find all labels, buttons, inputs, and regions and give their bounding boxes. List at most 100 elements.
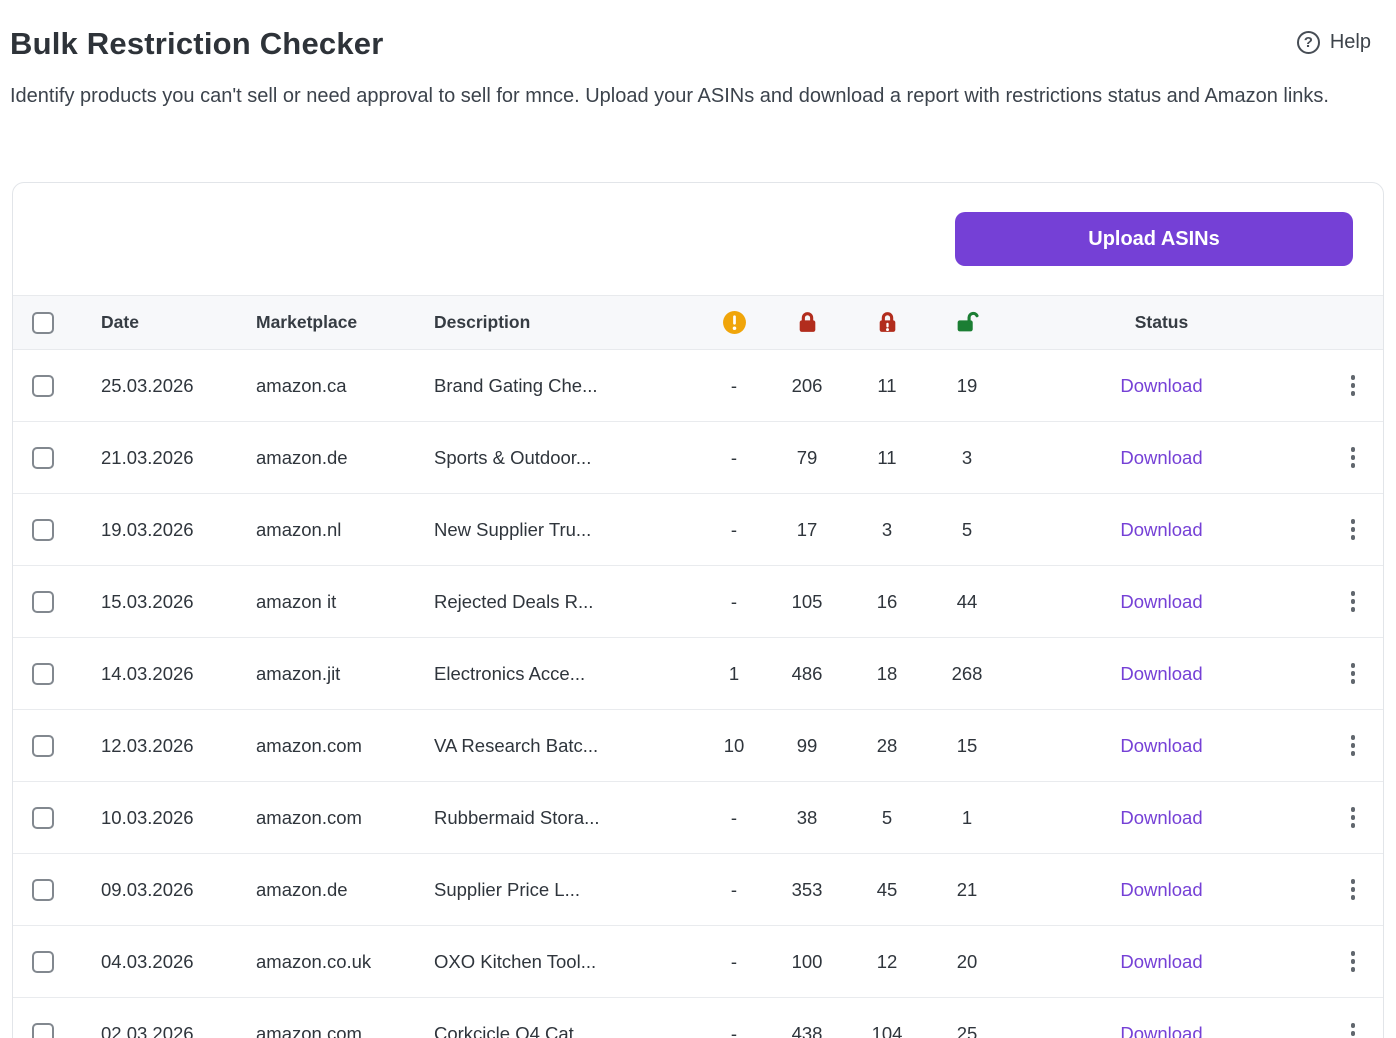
card-toolbar: Upload ASINs xyxy=(13,183,1383,295)
row-locked-count: 206 xyxy=(774,375,840,397)
table-body: 25.03.2026 amazon.ca Brand Gating Che...… xyxy=(13,350,1383,1038)
download-link[interactable]: Download xyxy=(1120,1023,1202,1038)
row-marketplace: amazon.de xyxy=(256,879,434,901)
page-title: Bulk Restriction Checker xyxy=(10,26,383,62)
kebab-menu-icon[interactable] xyxy=(1347,947,1360,976)
row-date: 10.03.2026 xyxy=(101,807,256,829)
row-unlocked-count: 268 xyxy=(934,663,1000,685)
column-header-marketplace: Marketplace xyxy=(256,312,434,333)
row-description: VA Research Batc... xyxy=(434,735,694,757)
download-link[interactable]: Download xyxy=(1120,807,1202,828)
upload-asins-button[interactable]: Upload ASINs xyxy=(955,212,1353,266)
row-checkbox[interactable] xyxy=(32,807,54,829)
row-date: 21.03.2026 xyxy=(101,447,256,469)
row-checkbox[interactable] xyxy=(32,1023,54,1038)
row-description: Supplier Price L... xyxy=(434,879,694,901)
row-marketplace: amazon it xyxy=(256,591,434,613)
warning-icon xyxy=(694,310,774,335)
row-description: Rejected Deals R... xyxy=(434,591,694,613)
kebab-menu-icon[interactable] xyxy=(1347,443,1360,472)
table-row: 02.03.2026 amazon.com Corkcicle Q4 Cat..… xyxy=(13,998,1383,1038)
kebab-menu-icon[interactable] xyxy=(1347,731,1360,760)
table-row: 10.03.2026 amazon.com Rubbermaid Stora..… xyxy=(13,782,1383,854)
row-checkbox[interactable] xyxy=(32,951,54,973)
download-link[interactable]: Download xyxy=(1120,951,1202,972)
row-warning-count: - xyxy=(694,879,774,901)
kebab-menu-icon[interactable] xyxy=(1347,803,1360,832)
row-unlocked-count: 20 xyxy=(934,951,1000,973)
row-unlocked-count: 25 xyxy=(934,1023,1000,1038)
table-row: 15.03.2026 amazon it Rejected Deals R...… xyxy=(13,566,1383,638)
row-locked-alert-count: 11 xyxy=(840,375,934,397)
row-date: 09.03.2026 xyxy=(101,879,256,901)
table-row: 25.03.2026 amazon.ca Brand Gating Che...… xyxy=(13,350,1383,422)
kebab-menu-icon[interactable] xyxy=(1347,371,1360,400)
row-date: 14.03.2026 xyxy=(101,663,256,685)
page-description: Identify products you can't sell or need… xyxy=(10,78,1358,114)
row-marketplace: amazon.com xyxy=(256,735,434,757)
row-warning-count: - xyxy=(694,1023,774,1038)
row-locked-alert-count: 16 xyxy=(840,591,934,613)
row-checkbox[interactable] xyxy=(32,735,54,757)
kebab-menu-icon[interactable] xyxy=(1347,875,1360,904)
row-warning-count: - xyxy=(694,591,774,613)
restriction-report-card: Upload ASINs Date Marketplace Descriptio… xyxy=(12,182,1384,1038)
table-row: 19.03.2026 amazon.nl New Supplier Tru...… xyxy=(13,494,1383,566)
kebab-menu-icon[interactable] xyxy=(1347,587,1360,616)
row-checkbox[interactable] xyxy=(32,519,54,541)
row-locked-alert-count: 5 xyxy=(840,807,934,829)
row-locked-count: 438 xyxy=(774,1023,840,1038)
download-link[interactable]: Download xyxy=(1120,663,1202,684)
download-link[interactable]: Download xyxy=(1120,447,1202,468)
table-row: 04.03.2026 amazon.co.uk OXO Kitchen Tool… xyxy=(13,926,1383,998)
download-link[interactable]: Download xyxy=(1120,735,1202,756)
row-date: 04.03.2026 xyxy=(101,951,256,973)
table-header-row: Date Marketplace Description xyxy=(13,295,1383,350)
row-checkbox[interactable] xyxy=(32,447,54,469)
download-link[interactable]: Download xyxy=(1120,591,1202,612)
row-marketplace: amazon.co.uk xyxy=(256,951,434,973)
row-locked-alert-count: 11 xyxy=(840,447,934,469)
row-warning-count: - xyxy=(694,375,774,397)
row-unlocked-count: 5 xyxy=(934,519,1000,541)
table-row: 21.03.2026 amazon.de Sports & Outdoor...… xyxy=(13,422,1383,494)
download-link[interactable]: Download xyxy=(1120,879,1202,900)
lock-open-icon xyxy=(934,310,1000,335)
kebab-menu-icon[interactable] xyxy=(1347,1019,1360,1038)
row-description: Electronics Acce... xyxy=(434,663,694,685)
row-locked-count: 353 xyxy=(774,879,840,901)
row-description: OXO Kitchen Tool... xyxy=(434,951,694,973)
kebab-menu-icon[interactable] xyxy=(1347,515,1360,544)
row-locked-alert-count: 18 xyxy=(840,663,934,685)
page-header: Bulk Restriction Checker ? Help xyxy=(0,0,1396,62)
row-warning-count: - xyxy=(694,807,774,829)
column-header-description: Description xyxy=(434,312,694,333)
row-checkbox[interactable] xyxy=(32,663,54,685)
column-header-status: Status xyxy=(1000,312,1323,333)
row-checkbox[interactable] xyxy=(32,879,54,901)
row-date: 12.03.2026 xyxy=(101,735,256,757)
column-header-date: Date xyxy=(101,312,256,333)
help-button[interactable]: ? Help xyxy=(1297,31,1371,54)
row-locked-count: 17 xyxy=(774,519,840,541)
row-marketplace: amazon.jit xyxy=(256,663,434,685)
row-description: Sports & Outdoor... xyxy=(434,447,694,469)
row-warning-count: - xyxy=(694,951,774,973)
row-warning-count: - xyxy=(694,519,774,541)
row-checkbox[interactable] xyxy=(32,591,54,613)
row-description: Corkcicle Q4 Cat... xyxy=(434,1023,694,1038)
download-link[interactable]: Download xyxy=(1120,375,1202,396)
table-row: 09.03.2026 amazon.de Supplier Price L...… xyxy=(13,854,1383,926)
lock-closed-icon xyxy=(774,310,840,335)
row-unlocked-count: 21 xyxy=(934,879,1000,901)
row-locked-count: 105 xyxy=(774,591,840,613)
download-link[interactable]: Download xyxy=(1120,519,1202,540)
row-date: 15.03.2026 xyxy=(101,591,256,613)
select-all-checkbox[interactable] xyxy=(32,312,54,334)
row-locked-alert-count: 3 xyxy=(840,519,934,541)
table-row: 12.03.2026 amazon.com VA Research Batc..… xyxy=(13,710,1383,782)
row-locked-alert-count: 45 xyxy=(840,879,934,901)
row-warning-count: - xyxy=(694,447,774,469)
kebab-menu-icon[interactable] xyxy=(1347,659,1360,688)
row-checkbox[interactable] xyxy=(32,375,54,397)
